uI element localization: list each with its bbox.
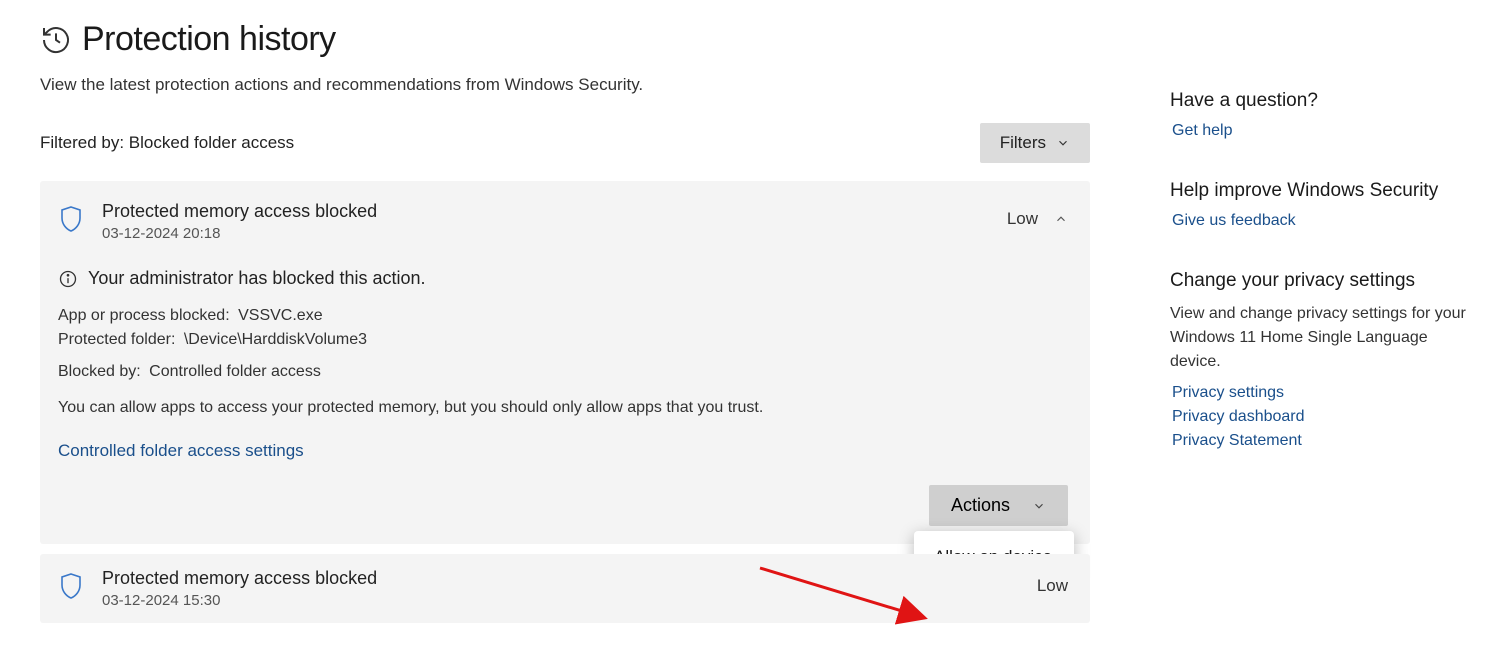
actions-button-label: Actions bbox=[951, 495, 1010, 516]
event-title: Protected memory access blocked bbox=[102, 568, 1037, 589]
event-timestamp: 03-12-2024 15:30 bbox=[102, 592, 1037, 609]
severity-label: Low bbox=[1007, 209, 1038, 229]
protected-folder-label: Protected folder: bbox=[58, 331, 175, 348]
privacy-statement-link[interactable]: Privacy Statement bbox=[1172, 432, 1470, 450]
app-blocked-label: App or process blocked: bbox=[58, 307, 230, 324]
actions-button[interactable]: Actions bbox=[929, 485, 1068, 526]
filters-button-label: Filters bbox=[1000, 133, 1046, 153]
shield-icon bbox=[58, 205, 84, 233]
feedback-link[interactable]: Give us feedback bbox=[1172, 212, 1470, 230]
info-icon bbox=[58, 269, 78, 289]
blocked-by-label: Blocked by: bbox=[58, 363, 141, 380]
blocked-by-value: Controlled folder access bbox=[149, 363, 321, 380]
event-title: Protected memory access blocked bbox=[102, 201, 1007, 222]
event-note: You can allow apps to access your protec… bbox=[58, 399, 1068, 417]
page-subtitle: View the latest protection actions and r… bbox=[40, 75, 1090, 95]
event-card: Protected memory access blocked 03-12-20… bbox=[40, 181, 1090, 544]
chevron-down-icon bbox=[1056, 136, 1070, 150]
event-card[interactable]: Protected memory access blocked 03-12-20… bbox=[40, 554, 1090, 623]
shield-icon bbox=[58, 572, 84, 600]
app-blocked-value: VSSVC.exe bbox=[238, 307, 322, 324]
filters-button[interactable]: Filters bbox=[980, 123, 1090, 163]
improve-heading: Help improve Windows Security bbox=[1170, 180, 1470, 202]
event-timestamp: 03-12-2024 20:18 bbox=[102, 225, 1007, 242]
severity-label: Low bbox=[1037, 576, 1068, 596]
privacy-heading: Change your privacy settings bbox=[1170, 270, 1470, 292]
get-help-link[interactable]: Get help bbox=[1172, 122, 1470, 140]
protected-folder-value: \Device\HarddiskVolume3 bbox=[184, 331, 367, 348]
chevron-down-icon bbox=[1032, 499, 1046, 513]
privacy-dashboard-link[interactable]: Privacy dashboard bbox=[1172, 408, 1470, 426]
history-icon bbox=[40, 24, 72, 56]
admin-message: Your administrator has blocked this acti… bbox=[88, 268, 426, 289]
chevron-up-icon[interactable] bbox=[1054, 212, 1068, 226]
filter-label: Filtered by: Blocked folder access bbox=[40, 133, 294, 153]
privacy-settings-link[interactable]: Privacy settings bbox=[1172, 384, 1470, 402]
privacy-text: View and change privacy settings for you… bbox=[1170, 302, 1470, 374]
question-heading: Have a question? bbox=[1170, 90, 1470, 112]
cfa-settings-link[interactable]: Controlled folder access settings bbox=[58, 441, 304, 461]
page-title: Protection history bbox=[82, 20, 336, 59]
